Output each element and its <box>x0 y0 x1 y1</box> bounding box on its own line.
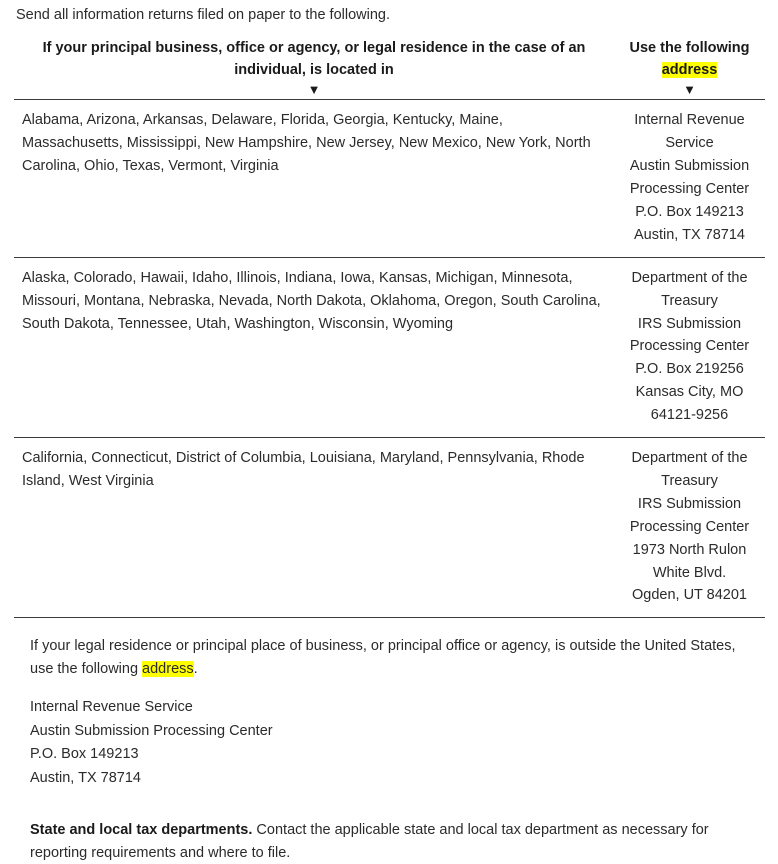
column-header-address: Use the following address ▼ <box>614 36 765 99</box>
outside-us-text-before: If your legal residence or principal pla… <box>30 638 736 677</box>
table-header-row: If your principal business, office or ag… <box>14 36 765 99</box>
address-line: Austin Submission <box>629 158 750 175</box>
cell-address: Department of the Treasury IRS Submissio… <box>614 256 765 438</box>
state-local-tax-lead: State and local tax departments. <box>30 822 253 839</box>
down-arrow-icon: ▼ <box>683 81 696 97</box>
where-to-file-table: If your principal business, office or ag… <box>14 36 765 619</box>
address-line: Processing Center <box>629 518 750 535</box>
address-line: Department of the <box>631 269 748 286</box>
address-line: Internal Revenue Service <box>30 699 193 716</box>
address-line: White Blvd. <box>652 564 727 581</box>
outside-us-paragraph: If your legal residence or principal pla… <box>30 635 752 680</box>
outside-us-address-highlight: address <box>142 660 194 677</box>
address-line: IRS Submission <box>637 315 742 332</box>
down-arrow-icon: ▼ <box>307 81 321 97</box>
address-line: 1973 North Rulon <box>632 541 747 558</box>
cell-address: Department of the Treasury IRS Submissio… <box>614 437 765 619</box>
address-line: Internal Revenue <box>634 112 745 129</box>
table-row: California, Connecticut, District of Col… <box>14 437 765 619</box>
address-line: Treasury <box>661 292 718 309</box>
address-line: 64121-9256 <box>650 407 729 424</box>
column-header-location: If your principal business, office or ag… <box>14 36 614 99</box>
table-header: If your principal business, office or ag… <box>14 36 765 99</box>
address-line: Ogden, UT 84201 <box>631 587 747 604</box>
address-line: P.O. Box 149213 <box>30 746 139 763</box>
cell-locations: California, Connecticut, District of Col… <box>14 437 614 619</box>
cell-locations: Alaska, Colorado, Hawaii, Idaho, Illinoi… <box>14 256 614 438</box>
address-line: Kansas City, MO <box>635 384 744 401</box>
cell-locations: Alabama, Arizona, Arkansas, Delaware, Fl… <box>14 99 614 258</box>
column-header-address-highlight: address <box>661 62 718 79</box>
table-row: Alaska, Colorado, Hawaii, Idaho, Illinoi… <box>14 256 765 438</box>
intro-sentence: Send all information returns filed on pa… <box>16 7 390 23</box>
address-line: Austin, TX 78714 <box>634 226 745 243</box>
address-line: IRS Submission <box>637 495 742 512</box>
address-line: Processing Center <box>629 338 750 355</box>
address-line: P.O. Box 149213 <box>635 203 744 220</box>
address-line: Austin Submission Processing Center <box>30 722 273 739</box>
outside-us-address-block: Internal Revenue Service Austin Submissi… <box>30 696 752 790</box>
below-table-section: If your legal residence or principal pla… <box>14 635 765 864</box>
where-to-file-document: Send all information returns filed on pa… <box>0 0 778 864</box>
column-header-address-prefix: Use the following <box>629 40 750 57</box>
column-header-location-label: If your principal business, office or ag… <box>42 40 586 79</box>
cell-address: Internal Revenue Service Austin Submissi… <box>614 99 765 258</box>
state-local-tax-note: State and local tax departments. Contact… <box>30 819 752 864</box>
outside-us-text-after: . <box>193 660 198 677</box>
address-line: Department of the <box>631 450 748 467</box>
address-line: Treasury <box>661 472 718 489</box>
table-body: Alabama, Arizona, Arkansas, Delaware, Fl… <box>14 99 765 619</box>
address-line: P.O. Box 219256 <box>635 361 744 378</box>
address-line: Processing Center <box>629 180 750 197</box>
table-row: Alabama, Arizona, Arkansas, Delaware, Fl… <box>14 99 765 258</box>
address-line: Service <box>665 135 714 152</box>
address-line: Austin, TX 78714 <box>30 769 141 786</box>
